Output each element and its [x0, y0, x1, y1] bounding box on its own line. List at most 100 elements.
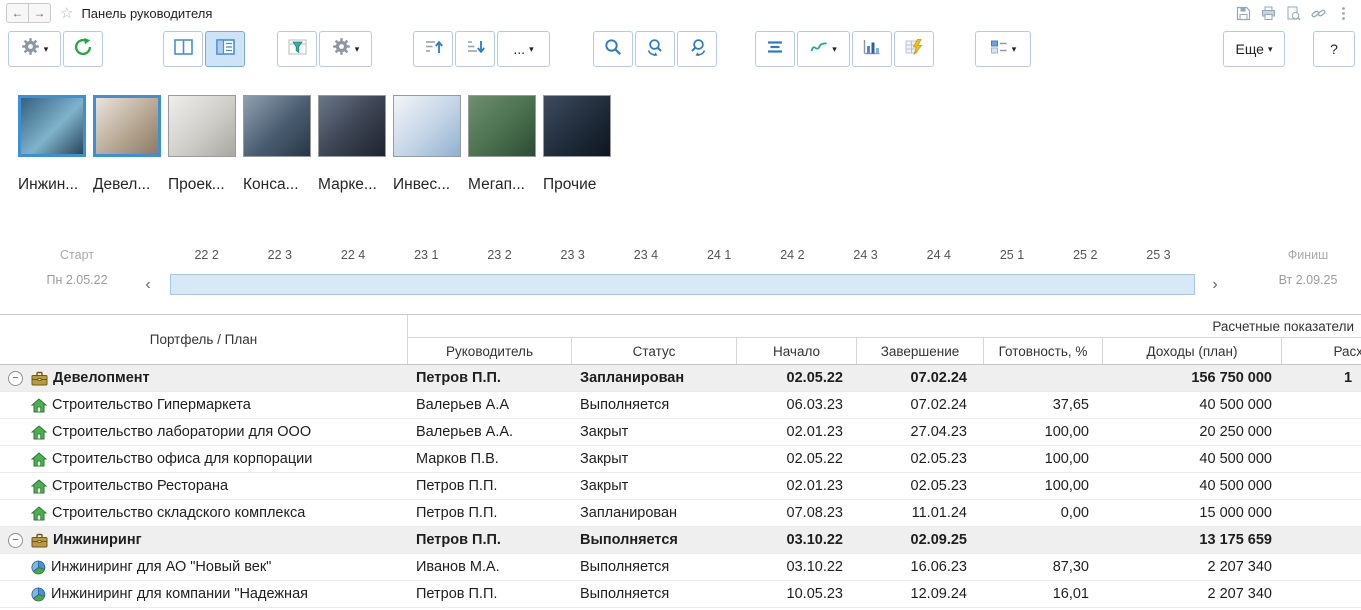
- search-cancel-button[interactable]: [677, 31, 717, 67]
- more-button[interactable]: Еще ▾: [1223, 31, 1285, 67]
- table-row[interactable]: −ИнжинирингПетров П.П.Выполняется03.10.2…: [0, 527, 1361, 554]
- chevron-left-icon: ‹: [145, 276, 150, 294]
- cell-status: Выполняется: [572, 581, 737, 607]
- finish-date: Вт 2.09.25: [1262, 273, 1354, 287]
- print-icon[interactable]: [1260, 5, 1276, 21]
- portfolio-tile[interactable]: Инвес...: [393, 95, 461, 194]
- titlebar-icons: [1235, 5, 1351, 21]
- column-header-status[interactable]: Статус: [572, 338, 737, 364]
- table-row[interactable]: Строительство офиса для корпорацииМарков…: [0, 446, 1361, 473]
- help-button[interactable]: ?: [1313, 31, 1355, 67]
- filter-button[interactable]: [277, 31, 317, 67]
- refresh-button[interactable]: [63, 31, 103, 67]
- pane-with-list-icon: [216, 39, 235, 60]
- portfolio-tile[interactable]: Проек...: [168, 95, 236, 194]
- grouping-menu-button[interactable]: ▾: [975, 31, 1031, 67]
- cell-readiness: [984, 365, 1103, 391]
- portfolio-tile[interactable]: Конса...: [243, 95, 311, 194]
- ellipsis-label: ...: [513, 41, 525, 57]
- quarter-label: 24 3: [829, 248, 902, 265]
- sort-descending-button[interactable]: [455, 31, 495, 67]
- cell-status: Выполняется: [572, 392, 737, 418]
- structure-levels-button[interactable]: [755, 31, 795, 67]
- column-header-readiness[interactable]: Готовность, %: [984, 338, 1103, 364]
- gear-icon: [21, 37, 40, 61]
- timeline-prev-button[interactable]: ‹: [139, 275, 157, 295]
- cell-end-date: 07.02.24: [857, 365, 984, 391]
- link-icon[interactable]: [1310, 5, 1326, 21]
- cell-manager: Валерьев А.А: [408, 392, 572, 418]
- cell-income: 156 750 000: [1103, 365, 1282, 391]
- portfolio-tile[interactable]: Инжин...: [18, 95, 86, 194]
- cell-income: 2 207 340: [1103, 554, 1282, 580]
- engineering-icon: [31, 560, 46, 575]
- sort-ascending-button[interactable]: [413, 31, 453, 67]
- cell-expense: [1282, 392, 1361, 418]
- cell-name: −Инжиниринг: [0, 527, 408, 553]
- portfolio-tile[interactable]: Марке...: [318, 95, 386, 194]
- table-row[interactable]: −ДевелопментПетров П.П.Запланирован02.05…: [0, 365, 1361, 392]
- table-row[interactable]: Инжиниринг для АО "Новый век"Иванов М.А.…: [0, 554, 1361, 581]
- search-button[interactable]: [593, 31, 633, 67]
- timeline-range-slider[interactable]: [170, 274, 1195, 295]
- table-row[interactable]: Строительство лаборатории для ОООВалерье…: [0, 419, 1361, 446]
- table-header-right: Расчетные показатели Руководитель Статус…: [408, 315, 1361, 364]
- quick-calc-button[interactable]: [894, 31, 934, 67]
- search-next-button[interactable]: [635, 31, 675, 67]
- cell-start-date: 02.05.22: [737, 365, 857, 391]
- collapse-toggle[interactable]: −: [8, 371, 23, 386]
- preview-icon[interactable]: [1285, 5, 1301, 21]
- column-header-end[interactable]: Завершение: [857, 338, 984, 364]
- bar-chart-button[interactable]: [852, 31, 892, 67]
- tile-image: [168, 95, 236, 157]
- column-header-portfolio[interactable]: Портфель / План: [0, 315, 408, 364]
- view-columns-button[interactable]: [163, 31, 203, 67]
- table-row[interactable]: Строительство ГипермаркетаВалерьев А.АВы…: [0, 392, 1361, 419]
- tiles-row: Инжин... Девел... Проек... Конса... Марке...…: [18, 95, 611, 194]
- row-title: Строительство лаборатории для ООО: [52, 424, 311, 440]
- table-row[interactable]: Строительство складского комплексаПетров…: [0, 500, 1361, 527]
- save-icon[interactable]: [1235, 5, 1251, 21]
- toolbar-group-grouping: ▾: [975, 31, 1031, 67]
- column-header-income[interactable]: Доходы (план): [1103, 338, 1282, 364]
- filter-settings-menu-button[interactable]: ▾: [319, 31, 372, 67]
- tile-image: [318, 95, 386, 157]
- chevron-down-icon: ▾: [1012, 45, 1017, 54]
- quarter-label: 24 4: [902, 248, 975, 265]
- cell-expense: [1282, 527, 1361, 553]
- portfolio-tile[interactable]: Прочие: [543, 95, 611, 194]
- column-header-expense[interactable]: Расходы (план): [1282, 338, 1361, 364]
- cell-name: Строительство офиса для корпорации: [0, 446, 408, 472]
- view-details-button[interactable]: [205, 31, 245, 67]
- kebab-menu-icon[interactable]: [1335, 5, 1351, 21]
- house-icon: [31, 398, 47, 413]
- forward-button[interactable]: →: [28, 4, 50, 22]
- column-header-start[interactable]: Начало: [737, 338, 857, 364]
- chart-type-menu-button[interactable]: ▾: [797, 31, 850, 67]
- collapse-toggle[interactable]: −: [8, 533, 23, 548]
- table-row[interactable]: Строительство РесторанаПетров П.П.Закрыт…: [0, 473, 1361, 500]
- house-icon: [31, 452, 47, 467]
- portfolio-tile[interactable]: Мегап...: [468, 95, 536, 194]
- timeline: Старт Пн 2.05.22 ‹ 22 222 322 423 123 22…: [0, 245, 1361, 301]
- tile-label: Проек...: [168, 176, 236, 194]
- nav-history: ← →: [6, 3, 51, 23]
- portfolio-tile[interactable]: Девел...: [93, 95, 161, 194]
- tile-label: Девел...: [93, 176, 161, 194]
- timeline-next-button[interactable]: ›: [1206, 275, 1224, 295]
- cell-readiness: [984, 527, 1103, 553]
- table-row[interactable]: Инжиниринг для компании "НадежнаяПетров …: [0, 581, 1361, 608]
- row-title: Инжиниринг для компании "Надежная: [51, 586, 308, 602]
- column-header-manager[interactable]: Руководитель: [408, 338, 572, 364]
- settings-menu-button[interactable]: ▾: [8, 31, 61, 67]
- cell-start-date: 10.05.23: [737, 581, 857, 607]
- cell-expense: [1282, 473, 1361, 499]
- structure-lines-icon: [766, 40, 784, 59]
- ellipsis-menu-button[interactable]: ... ▾: [497, 31, 550, 67]
- tile-label: Прочие: [543, 176, 611, 194]
- cell-status: Закрыт: [572, 446, 737, 472]
- tile-label: Конса...: [243, 176, 311, 194]
- cell-readiness: 100,00: [984, 446, 1103, 472]
- favorite-star-icon[interactable]: ☆: [60, 6, 73, 21]
- back-button[interactable]: ←: [7, 4, 28, 22]
